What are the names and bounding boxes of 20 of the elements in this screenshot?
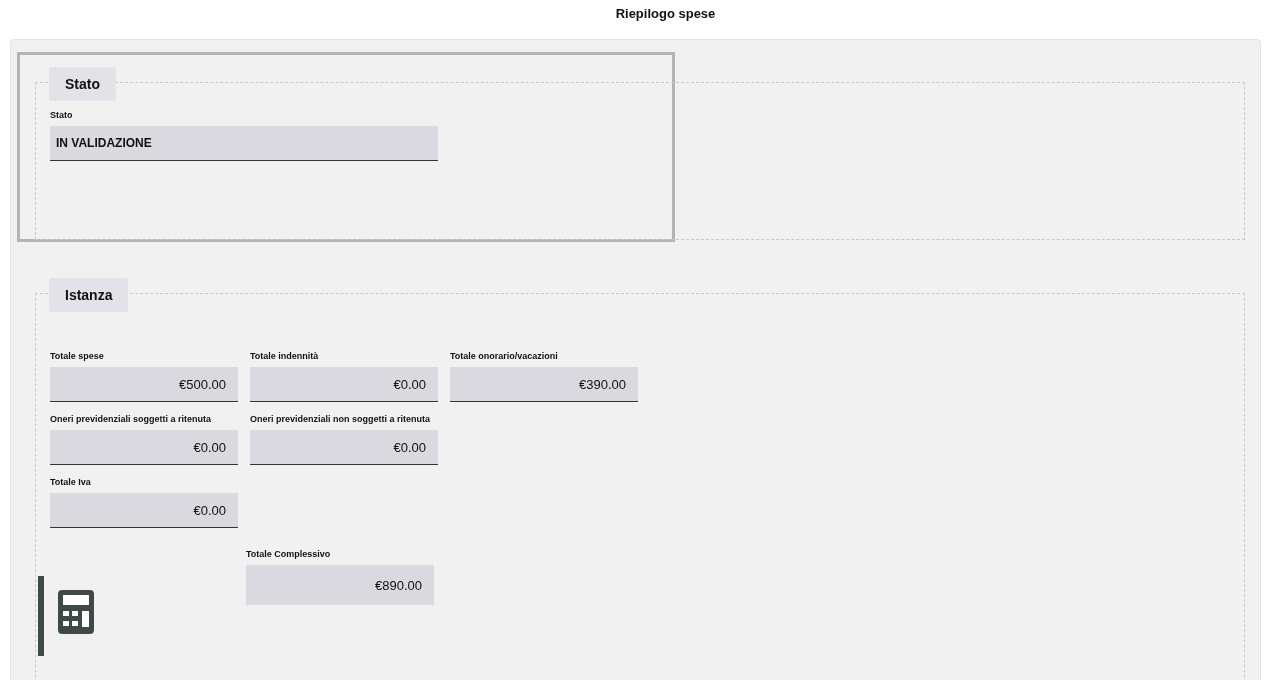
amount-field[interactable]: €0.00	[50, 430, 238, 465]
field-label: Stato	[50, 109, 74, 122]
amount-field[interactable]: €0.00	[250, 430, 438, 465]
field-label: Totale Complessivo	[246, 548, 332, 561]
amount-field[interactable]: €0.00	[250, 367, 438, 402]
section-legend: Stato	[49, 67, 116, 101]
field-label: Totale Iva	[50, 476, 92, 489]
field-label: Totale spese	[50, 350, 105, 363]
amount-field[interactable]: €500.00	[50, 367, 238, 402]
status-field[interactable]: IN VALIDAZIONE	[50, 126, 438, 161]
field-label: Totale onorario/vacazioni	[450, 350, 559, 363]
field-label: Oneri previdenziali non soggetti a ritenuta	[250, 413, 432, 426]
section-legend: Istanza	[49, 278, 129, 312]
field-label: Oneri previdenziali soggetti a ritenuta	[50, 413, 213, 426]
field-label: Totale indennità	[250, 350, 320, 363]
calculator-icon	[56, 588, 96, 636]
amount-field[interactable]: €0.00	[50, 493, 238, 528]
amount-field[interactable]: €390.00	[450, 367, 638, 402]
page-title: Riepilogo spese	[614, 5, 717, 23]
total-field[interactable]: €890.00	[246, 565, 434, 605]
